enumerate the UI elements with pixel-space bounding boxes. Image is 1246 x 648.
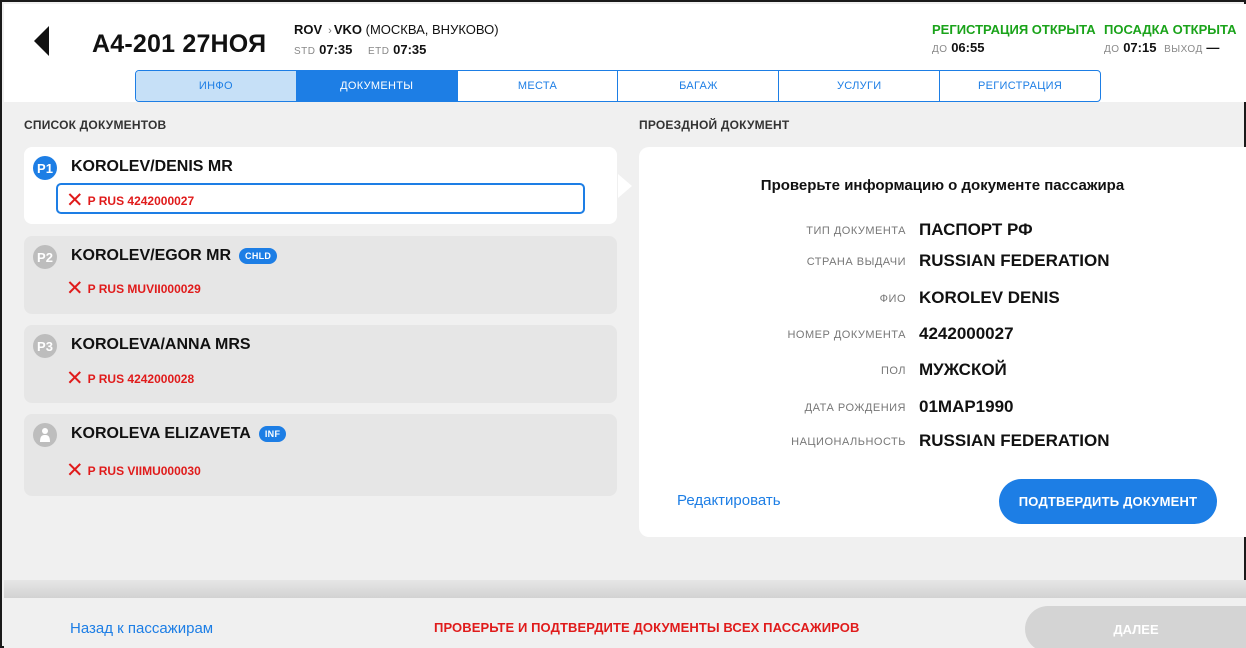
field-label: ДАТА РОЖДЕНИЯ: [804, 402, 906, 414]
footer-divider: [4, 580, 1246, 598]
footer-bar: Назад к пассажирам ПРОВЕРЬТЕ И ПОДТВЕРДИ…: [4, 598, 1246, 648]
field-value: RUSSIAN FEDERATION: [919, 431, 1110, 450]
chevron-right-icon: ›: [328, 25, 332, 37]
passenger-document[interactable]: ✕ P RUS 4242000028: [66, 368, 194, 389]
warning-message: ПРОВЕРЬТЕ И ПОДТВЕРДИТЕ ДОКУМЕНТЫ ВСЕХ П…: [434, 620, 860, 635]
field-value: RUSSIAN FEDERATION: [919, 251, 1110, 270]
field-document-type: ТИП ДОКУМЕНТА ПАСПОРТ РФ: [639, 220, 1246, 244]
selection-pointer: [618, 174, 632, 198]
field-document-number: НОМЕР ДОКУМЕНТА 4242000027: [639, 324, 1246, 348]
passenger-document[interactable]: ✕ P RUS MUVII000029: [66, 278, 201, 299]
tab-checkin[interactable]: РЕГИСТРАЦИЯ: [940, 71, 1100, 101]
field-gender: ПОЛ МУЖСКОЙ: [639, 360, 1246, 384]
field-label: ТИП ДОКУМЕНТА: [806, 225, 906, 237]
field-label: НОМЕР ДОКУМЕНТА: [787, 329, 906, 341]
passenger-name: KOROLEV/EGOR MR: [71, 247, 232, 264]
passenger-name: KOROLEVA ELIZAVETA: [71, 425, 251, 442]
confirm-document-button[interactable]: ПОДТВЕРДИТЬ ДОКУМЕНТ: [999, 479, 1217, 524]
boarding-status-title: ПОСАДКА ОТКРЫТА: [1104, 22, 1237, 37]
field-birth-date: ДАТА РОЖДЕНИЯ 01МАР1990: [639, 397, 1246, 421]
tab-services[interactable]: УСЛУГИ: [779, 71, 941, 101]
checkin-until-label: ДО: [932, 44, 948, 55]
back-to-passengers-link[interactable]: Назад к пассажирам: [70, 620, 213, 637]
checkin-until-time: 06:55: [951, 40, 985, 55]
back-arrow-icon[interactable]: [34, 26, 49, 56]
field-label: СТРАНА ВЫДАЧИ: [806, 256, 906, 268]
route-from: ROV: [294, 22, 323, 37]
document-details-panel: Проверьте информацию о документе пассажи…: [639, 147, 1246, 537]
route-to: VKO: [333, 22, 363, 37]
field-full-name: ФИО KOROLEV DENIS: [639, 288, 1246, 312]
route-city: (МОСКВА, ВНУКОВО): [365, 22, 499, 37]
boarding-until-label: ДО: [1104, 44, 1120, 55]
passenger-name-row: KOROLEVA ELIZAVETA INF: [71, 425, 287, 443]
passenger-card-p2[interactable]: P2 KOROLEV/EGOR MR CHLD ✕ P RUS MUVII000…: [24, 236, 617, 314]
passenger-badge: P3: [33, 334, 57, 358]
std-label: STD: [294, 46, 316, 57]
field-value: МУЖСКОЙ: [919, 360, 1007, 379]
document-number: P RUS 4242000027: [87, 193, 195, 208]
travel-document-title: ПРОЕЗДНОЙ ДОКУМЕНТ: [639, 118, 790, 132]
etd-value: 07:35: [393, 42, 427, 57]
etd-label: ETD: [368, 46, 390, 57]
field-value: 01МАР1990: [919, 397, 1014, 416]
boarding-until-time: 07:15: [1123, 40, 1157, 55]
infant-tag: INF: [258, 426, 287, 442]
passenger-badge: P2: [33, 245, 57, 269]
departure-times: STD 07:35 ETD 07:35: [294, 42, 438, 57]
flight-title: А4-201 27НОЯ: [92, 30, 267, 58]
passenger-card-p3[interactable]: P3 KOROLEVA/ANNA MRS ✕ P RUS 4242000028: [24, 325, 617, 403]
tab-info[interactable]: ИНФО: [136, 71, 297, 101]
document-number: P RUS MUVII000029: [87, 281, 201, 296]
error-x-icon: ✕: [66, 367, 84, 390]
app-frame: А4-201 27НОЯ ROV › VKO (МОСКВА, ВНУКОВО) S…: [0, 0, 1246, 648]
error-x-icon: ✕: [66, 459, 84, 482]
field-value: 4242000027: [919, 324, 1014, 343]
document-number: P RUS 4242000028: [87, 371, 195, 386]
passenger-document[interactable]: ✕ P RUS 4242000027: [66, 190, 194, 211]
field-label: ФИО: [879, 293, 906, 305]
flight-header: А4-201 27НОЯ ROV › VKO (МОСКВА, ВНУКОВО) S…: [4, 4, 1246, 102]
passenger-name: KOROLEVA/ANNA MRS: [71, 336, 251, 353]
passenger-card-p1[interactable]: P1 KOROLEV/DENIS MR ✕ P RUS 4242000027: [24, 147, 617, 224]
panel-heading: Проверьте информацию о документе пассажи…: [760, 177, 1125, 194]
passenger-name-row: KOROLEV/EGOR MR CHLD: [71, 247, 278, 265]
error-x-icon: ✕: [66, 277, 84, 300]
field-nationality: НАЦИОНАЛЬНОСТЬ RUSSIAN FEDERATION: [639, 431, 1246, 455]
checkin-status: РЕГИСТРАЦИЯ ОТКРЫТА ДО 06:55: [932, 22, 1096, 55]
infant-icon: [33, 423, 57, 447]
field-issuing-country: СТРАНА ВЫДАЧИ RUSSIAN FEDERATION: [639, 251, 1246, 275]
passenger-card-infant[interactable]: KOROLEVA ELIZAVETA INF ✕ P RUS VIIMU0000…: [24, 414, 617, 496]
error-x-icon: ✕: [66, 189, 84, 212]
tab-documents[interactable]: ДОКУМЕНТЫ: [296, 71, 458, 101]
boarding-status: ПОСАДКА ОТКРЫТА ДО 07:15 ВЫХОД —: [1104, 22, 1236, 55]
field-value: KOROLEV DENIS: [919, 288, 1060, 307]
document-number: P RUS VIIMU000030: [87, 463, 201, 478]
child-tag: CHLD: [239, 248, 278, 264]
next-button[interactable]: ДАЛЕЕ: [1025, 606, 1246, 648]
tab-baggage[interactable]: БАГАЖ: [618, 71, 780, 101]
field-label: НАЦИОНАЛЬНОСТЬ: [791, 436, 906, 448]
gate-value: —: [1206, 40, 1220, 55]
field-label: ПОЛ: [880, 365, 906, 377]
field-value: ПАСПОРТ РФ: [919, 220, 1033, 239]
std-value: 07:35: [319, 42, 353, 57]
gate-label: ВЫХОД: [1164, 44, 1203, 55]
passenger-document[interactable]: ✕ P RUS VIIMU000030: [66, 460, 201, 481]
passenger-name: KOROLEV/DENIS MR: [71, 158, 233, 175]
checkin-status-title: РЕГИСТРАЦИЯ ОТКРЫТА: [932, 22, 1096, 37]
route: ROV › VKO (МОСКВА, ВНУКОВО): [294, 22, 499, 37]
passenger-badge: P1: [33, 156, 57, 180]
tab-bar: ИНФО ДОКУМЕНТЫ МЕСТА БАГАЖ УСЛУГИ РЕГИСТ…: [135, 70, 1101, 102]
edit-link[interactable]: Редактировать: [677, 492, 781, 509]
tab-seats[interactable]: МЕСТА: [458, 71, 619, 101]
documents-list-title: СПИСОК ДОКУМЕНТОВ: [24, 118, 167, 132]
